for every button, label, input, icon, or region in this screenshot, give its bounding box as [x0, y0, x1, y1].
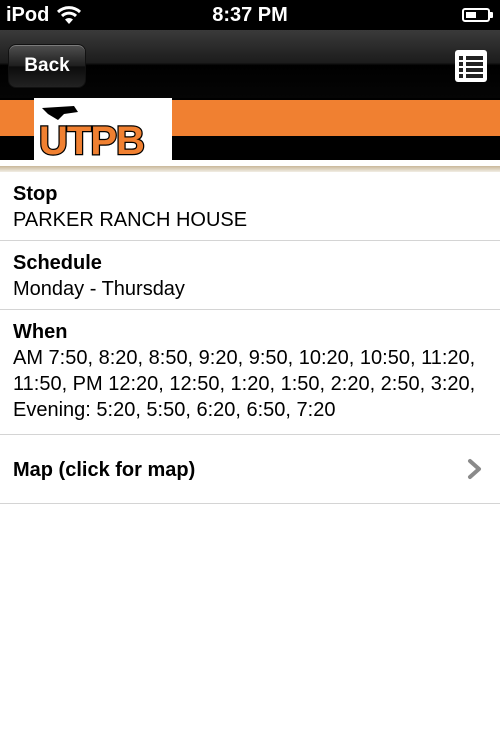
navigation-bar: Back [0, 30, 500, 99]
map-link-row[interactable]: Map (click for map) [0, 435, 500, 504]
when-value: AM 7:50, 8:20, 8:50, 9:20, 9:50, 10:20, … [13, 347, 476, 421]
when-label: When [13, 321, 68, 343]
schedule-value: Monday - Thursday [13, 278, 185, 300]
list-menu-icon[interactable] [455, 50, 487, 82]
status-bar: iPod 8:37 PM [0, 0, 500, 30]
schedule-label: Schedule [13, 252, 102, 274]
battery-icon [462, 8, 490, 22]
utpb-logo-graphic: UTPB [38, 106, 146, 160]
battery-tip [490, 12, 493, 18]
list-item-stop: Stop PARKER RANCH HOUSE [0, 172, 500, 241]
header-banner: UTPB [0, 98, 500, 160]
list-item-schedule: Schedule Monday - Thursday [0, 241, 500, 310]
map-label: Map (click for map) [13, 459, 196, 481]
status-time: 8:37 PM [212, 4, 288, 26]
back-button[interactable]: Back [8, 44, 86, 88]
chevron-right-icon [468, 459, 481, 479]
stop-value: PARKER RANCH HOUSE [13, 209, 248, 231]
utpb-logo: UTPB [34, 98, 172, 160]
stop-label: Stop [13, 183, 58, 205]
stop-detail-list: Stop PARKER RANCH HOUSE Schedule Monday … [0, 172, 500, 504]
logo-text: UTPB [39, 119, 144, 160]
list-item-when: When AM 7:50, 8:20, 8:50, 9:20, 9:50, 10… [0, 310, 500, 435]
